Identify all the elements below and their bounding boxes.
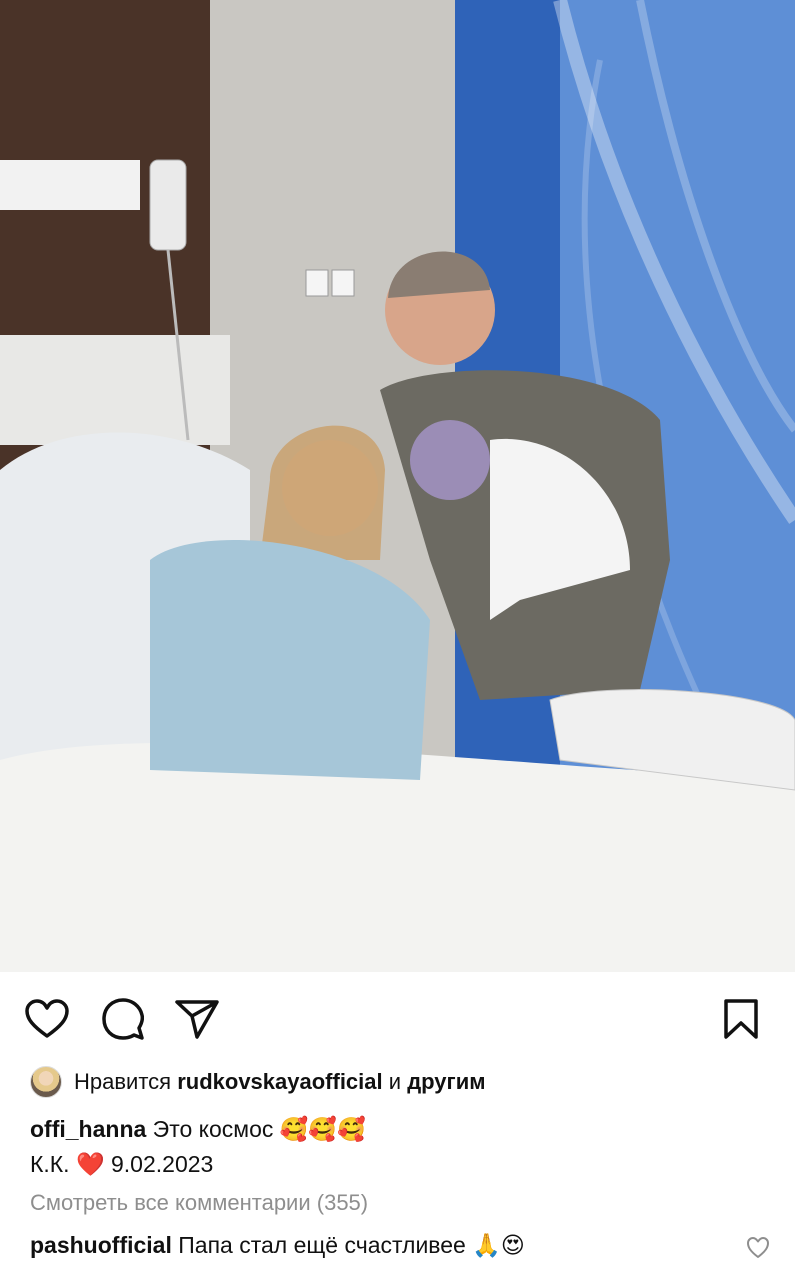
caption-text: Это космос bbox=[152, 1116, 274, 1142]
caption-date: 9.02.2023 bbox=[111, 1151, 214, 1177]
heart-small-icon[interactable] bbox=[746, 1236, 770, 1260]
caption-emojis: 🥰🥰🥰 bbox=[279, 1117, 366, 1143]
liked-by-others[interactable]: другим bbox=[407, 1069, 485, 1095]
liked-by-and: и bbox=[388, 1069, 402, 1094]
likes-row: Нравится rudkovskayaofficial и другим bbox=[30, 1066, 486, 1098]
caption-heart: ❤️ bbox=[75, 1152, 105, 1178]
heart-icon[interactable] bbox=[24, 996, 70, 1042]
liker-avatar[interactable] bbox=[30, 1066, 62, 1098]
caption-initials: К.К. bbox=[30, 1151, 70, 1177]
post-actions-bar bbox=[0, 996, 795, 1042]
liked-by-user[interactable]: rudkovskayaofficial bbox=[177, 1069, 382, 1095]
comment-icon[interactable] bbox=[100, 996, 146, 1042]
bookmark-icon[interactable] bbox=[718, 996, 764, 1042]
comment-text: Папа стал ещё счастливее bbox=[178, 1232, 466, 1258]
comment-row: pashuofficial Папа стал ещё счастливее 🙏… bbox=[30, 1232, 730, 1259]
liked-by-label: Нравится bbox=[74, 1069, 172, 1094]
send-icon[interactable] bbox=[174, 996, 220, 1042]
comment-username[interactable]: pashuofficial bbox=[30, 1232, 172, 1258]
caption-username[interactable]: offi_hanna bbox=[30, 1116, 146, 1142]
comment-emojis: 🙏😍 bbox=[472, 1233, 525, 1259]
photo-illustration bbox=[0, 0, 795, 972]
post-caption: offi_hanna Это космос 🥰🥰🥰 К.К. ❤️ 9.02.2… bbox=[30, 1112, 770, 1182]
view-all-comments-link[interactable]: Смотреть все комментарии (355) bbox=[30, 1190, 368, 1216]
post-photo[interactable] bbox=[0, 0, 795, 972]
